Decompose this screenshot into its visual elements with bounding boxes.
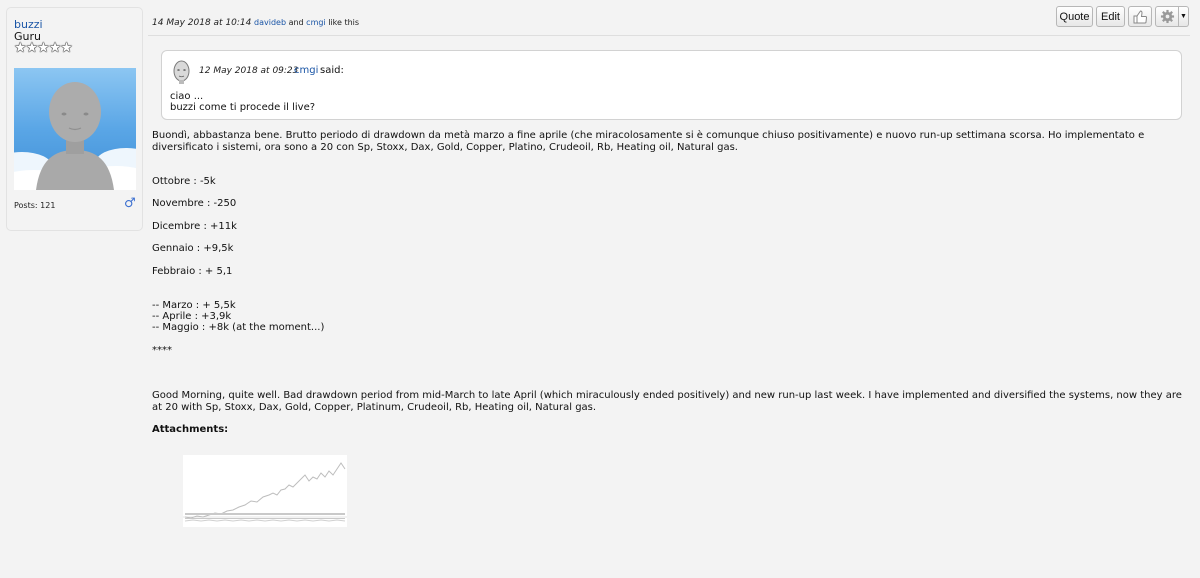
quote-date: 12 May 2018 at 09:23 (199, 66, 299, 76)
star-icon: ★ (25, 40, 39, 56)
post-paragraph-italian: Buondì, abbastanza bene. Brutto periodo … (152, 130, 1145, 153)
quote-avatar (173, 60, 190, 84)
liker-link[interactable]: cmgi (306, 18, 326, 27)
like-button[interactable] (1128, 6, 1152, 27)
month-result: Dicembre : +11k (152, 221, 237, 232)
user-profile-card: buzzi Guru ★★★★★ Posts: 121 ♂ (6, 7, 143, 231)
header-divider (148, 35, 1190, 36)
quote-button[interactable]: Quote (1056, 6, 1093, 27)
avatar[interactable] (14, 68, 136, 190)
post-count: Posts: 121 (14, 201, 56, 210)
likes-suffix: like this (328, 18, 360, 27)
liker-link[interactable]: davideb (254, 18, 286, 27)
month-result: -- Maggio : +8k (at the moment...) (152, 322, 325, 333)
chevron-down-icon[interactable]: ▼ (1179, 6, 1189, 27)
male-gender-icon: ♂ (124, 196, 136, 211)
month-result: Novembre : -250 (152, 198, 237, 209)
post-date: 14 May 2018 at 10:14 (152, 18, 252, 28)
star-icon: ★ (60, 40, 73, 56)
post-toolbar: Quote Edit ▼ (1056, 6, 1189, 27)
star-icon: ★ (48, 40, 62, 56)
likes-and: and (288, 18, 304, 27)
star-icon: ★ (37, 40, 50, 56)
attachments-heading: Attachments: (152, 424, 229, 435)
attachment-thumbnail[interactable] (183, 455, 347, 527)
month-result: -- Marzo : + 5,5k (152, 300, 236, 311)
gear-icon (1160, 9, 1174, 24)
rank-stars: ★★★★★ (14, 40, 73, 56)
quote-username-link[interactable]: cmgi (294, 65, 318, 76)
likes-line: davideb and cmgi like this (254, 18, 359, 27)
options-menu: ▼ (1155, 6, 1189, 27)
edit-button[interactable]: Edit (1096, 6, 1125, 27)
quote-text-line: buzzi come ti procede il live? (170, 102, 316, 113)
month-result: Ottobre : -5k (152, 176, 216, 187)
quote-text-line: ciao ... (170, 91, 204, 102)
star-icon: ★ (14, 40, 27, 56)
quote-said-label: said: (320, 65, 344, 76)
month-result: Febbraio : + 5,1 (152, 266, 233, 277)
quoted-post: 12 May 2018 at 09:23 cmgi said: ciao ...… (161, 50, 1182, 120)
settings-button[interactable] (1155, 6, 1179, 27)
thumbs-up-icon (1133, 9, 1148, 23)
post-paragraph-english: Good Morning, quite well. Bad drawdown p… (152, 390, 1182, 413)
month-result: -- Aprile : +3,9k (152, 311, 232, 322)
separator-text: **** (152, 345, 172, 356)
month-result: Gennaio : +9,5k (152, 243, 234, 254)
